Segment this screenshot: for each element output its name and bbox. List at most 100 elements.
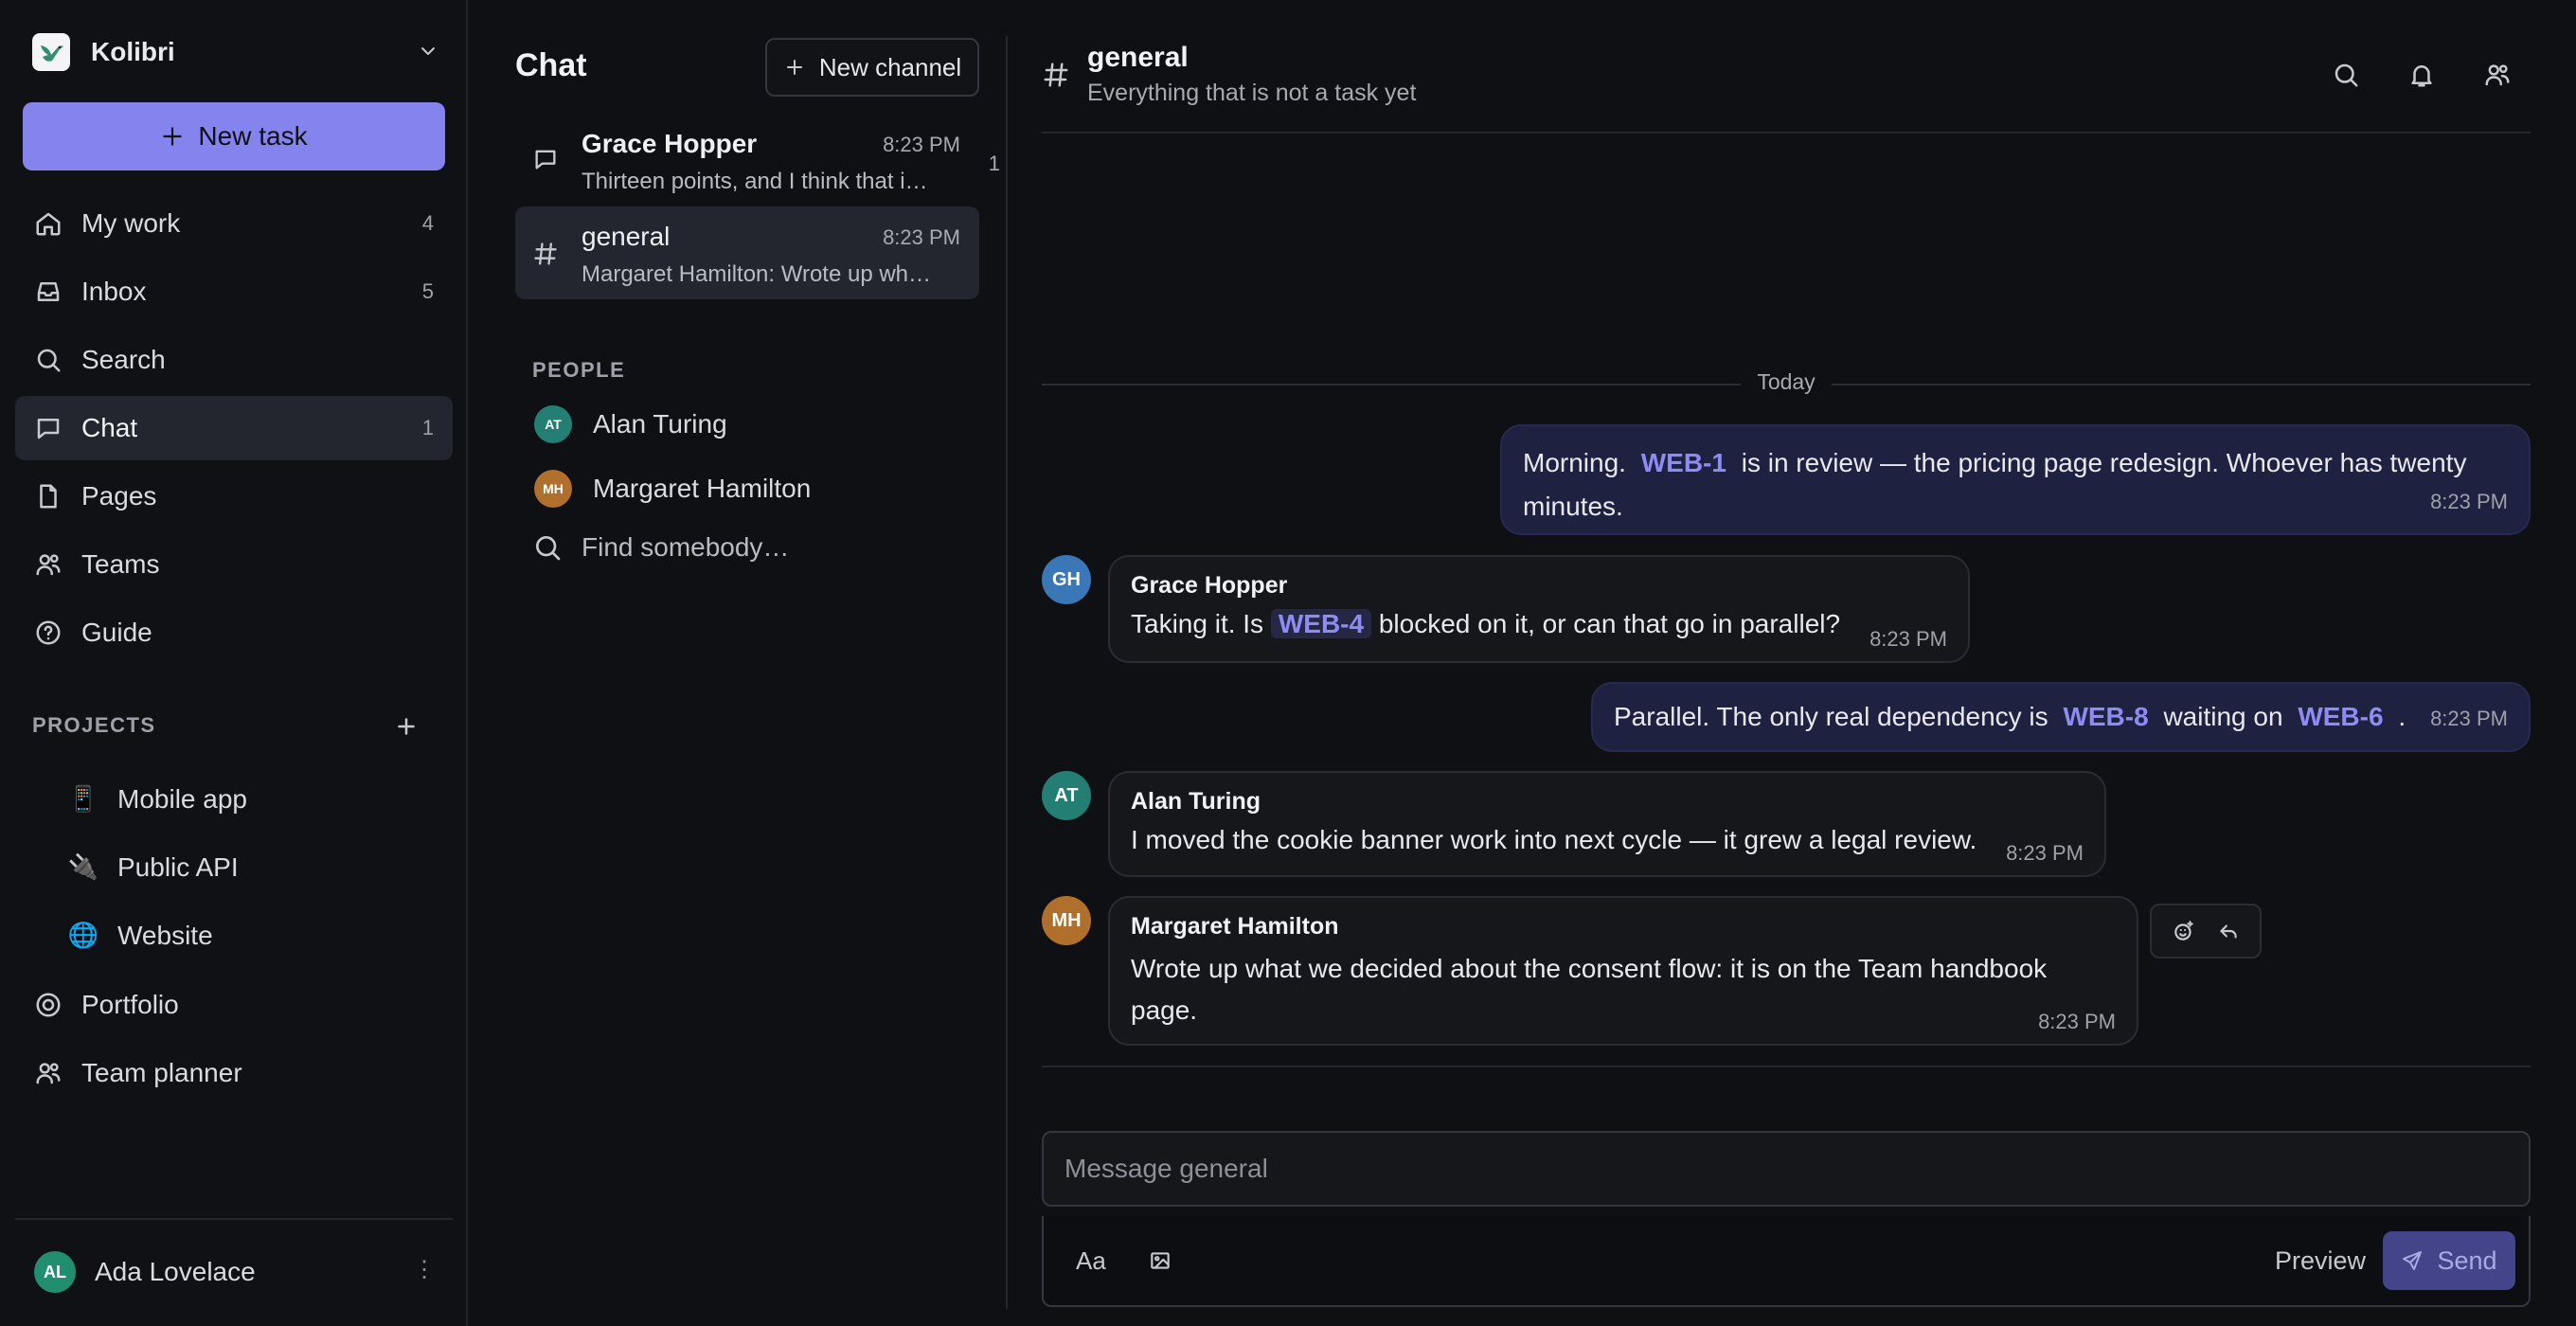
search-icon[interactable]: [2332, 61, 2360, 89]
message-input[interactable]: [1042, 1131, 2531, 1207]
message-time: 8:23 PM: [2430, 490, 2508, 513]
nav-label: Portfolio: [81, 990, 179, 1019]
nav-count: 1: [421, 416, 434, 439]
conversation-preview: Margaret Hamilton: Wrote up what we deci…: [581, 261, 936, 287]
project-label: Public API: [117, 852, 239, 882]
conversation-name: general: [581, 222, 671, 251]
avatar: AL: [34, 1251, 76, 1293]
reply-icon[interactable]: [2216, 919, 2241, 943]
add-project-icon[interactable]: [392, 712, 420, 741]
conversation-time: 8:23 PM: [883, 133, 960, 156]
message-author: Margaret Hamilton: [1131, 913, 1339, 940]
new-task-button[interactable]: New task: [23, 102, 445, 170]
message-incoming: Margaret Hamilton Wrote up what we decid…: [1108, 896, 2138, 1046]
message-text-part: Morning.: [1523, 448, 1634, 477]
day-label: Today: [1757, 369, 1816, 394]
more-menu-icon[interactable]: ⋮: [413, 1256, 436, 1283]
home-icon: [36, 212, 61, 236]
nav-label: Guide: [81, 618, 152, 647]
message-text-part: blocked on it, or can that go in paralle…: [1371, 609, 1841, 638]
conversation-time: 8:23 PM: [883, 225, 960, 249]
channel-view: general Everything that is not a task ye…: [1008, 0, 2576, 1326]
members-icon[interactable]: [2483, 61, 2512, 89]
task-link[interactable]: WEB-8: [2055, 702, 2156, 731]
message-text: Wrote up what we decided about the conse…: [1131, 954, 2048, 1025]
message-text: Parallel. The only real dependency is WE…: [1614, 695, 2508, 739]
person-alan-turing[interactable]: AT Alan Turing: [534, 403, 727, 445]
message-incoming: Alan Turing I moved the cookie banner wo…: [1108, 771, 2106, 877]
people-icon: [36, 1063, 61, 1084]
nav-label: Chat: [81, 413, 138, 442]
chat-bubble-icon: [535, 150, 556, 170]
nav-item-inbox[interactable]: Inbox 5: [15, 260, 453, 324]
current-user[interactable]: AL Ada Lovelace ⋮: [34, 1250, 436, 1294]
find-label: Find somebody…: [581, 532, 790, 562]
project-item-public-api[interactable]: 🔌 Public API: [66, 841, 239, 894]
avatar: AT: [1042, 771, 1091, 820]
chat-icon: [37, 419, 60, 439]
image-icon[interactable]: [1148, 1248, 1172, 1273]
nav-item-chat[interactable]: Chat 1: [15, 396, 453, 460]
plus-icon: [786, 60, 802, 75]
conversation-name: Grace Hopper: [581, 129, 758, 158]
send-icon: [2403, 1251, 2423, 1270]
bell-icon[interactable]: [2407, 61, 2436, 89]
message-time: 8:23 PM: [1869, 627, 1947, 651]
workspace-switcher[interactable]: Kolibri: [32, 30, 439, 74]
project-label: Website: [117, 921, 213, 950]
task-link[interactable]: WEB-1: [1634, 448, 1734, 477]
unread-count: 1: [988, 152, 1000, 175]
chevron-down-icon: [421, 47, 435, 55]
plus-icon: [163, 127, 183, 146]
nav-label: My work: [81, 208, 181, 238]
nav-count: 4: [421, 211, 434, 235]
channel-name: general: [1087, 42, 1189, 73]
help-icon: [36, 620, 61, 645]
page-title: Chat: [515, 47, 587, 83]
nav-label: Inbox: [81, 277, 147, 306]
avatar: MH: [1042, 896, 1091, 945]
nav-item-guide[interactable]: Guide: [15, 600, 453, 665]
nav-item-teams[interactable]: Teams: [15, 532, 453, 597]
message-author: Alan Turing: [1131, 788, 1261, 815]
nav-label: Teams: [81, 549, 160, 579]
nav-item-pages[interactable]: Pages: [15, 464, 453, 529]
new-channel-button[interactable]: New channel: [765, 38, 979, 97]
task-link[interactable]: WEB-6: [2290, 702, 2390, 731]
conversation-general[interactable]: general 8:23 PM Margaret Hamilton: Wrote…: [515, 206, 979, 299]
avatar: MH: [534, 470, 572, 508]
nav-count: 5: [421, 279, 434, 303]
message-text-part: Taking it. Is: [1131, 609, 1271, 638]
sidebar-divider: [15, 1218, 453, 1220]
message-text-part: .: [2390, 702, 2406, 731]
nav-label: Team planner: [81, 1058, 242, 1087]
chat-list-panel: Chat New channel Grace Hopper 8:23 PM Th…: [470, 0, 1006, 1326]
project-item-mobile-app[interactable]: 📱 Mobile app: [66, 773, 247, 826]
format-text-button[interactable]: Aa: [1076, 1246, 1106, 1276]
project-item-website[interactable]: 🌐 Website: [66, 909, 213, 962]
person-name: Alan Turing: [593, 409, 727, 439]
add-reaction-icon[interactable]: [2172, 919, 2196, 943]
nav-item-my-work[interactable]: My work 4: [15, 191, 453, 256]
send-label: Send: [2437, 1245, 2497, 1275]
nav-item-portfolio[interactable]: Portfolio: [15, 973, 453, 1037]
message-text: I moved the cookie banner work into next…: [1131, 825, 1977, 854]
projects-header: PROJECTS: [32, 713, 156, 737]
people-icon: [36, 554, 61, 576]
composer-divider: [1042, 1066, 2531, 1067]
nav-item-team-planner[interactable]: Team planner: [15, 1041, 453, 1105]
conversation-grace-hopper[interactable]: Grace Hopper 8:23 PM Thirteen points, an…: [515, 114, 1000, 206]
message-incoming: Grace Hopper Taking it. Is WEB-4 blocked…: [1108, 555, 1970, 663]
day-separator: Today: [1042, 367, 2531, 394]
inbox-icon: [37, 282, 60, 301]
task-link[interactable]: WEB-4: [1270, 609, 1372, 638]
find-somebody-button[interactable]: Find somebody…: [532, 532, 789, 563]
send-button[interactable]: Send: [2383, 1231, 2515, 1290]
preview-button[interactable]: Preview: [2275, 1246, 2366, 1276]
mobile-phone-icon: 📱: [67, 785, 99, 814]
nav-label: Search: [81, 345, 166, 374]
nav-item-search[interactable]: Search: [15, 328, 453, 392]
person-margaret-hamilton[interactable]: MH Margaret Hamilton: [534, 468, 811, 510]
message-author: Grace Hopper: [1131, 572, 1288, 599]
header-divider: [1042, 132, 2531, 134]
